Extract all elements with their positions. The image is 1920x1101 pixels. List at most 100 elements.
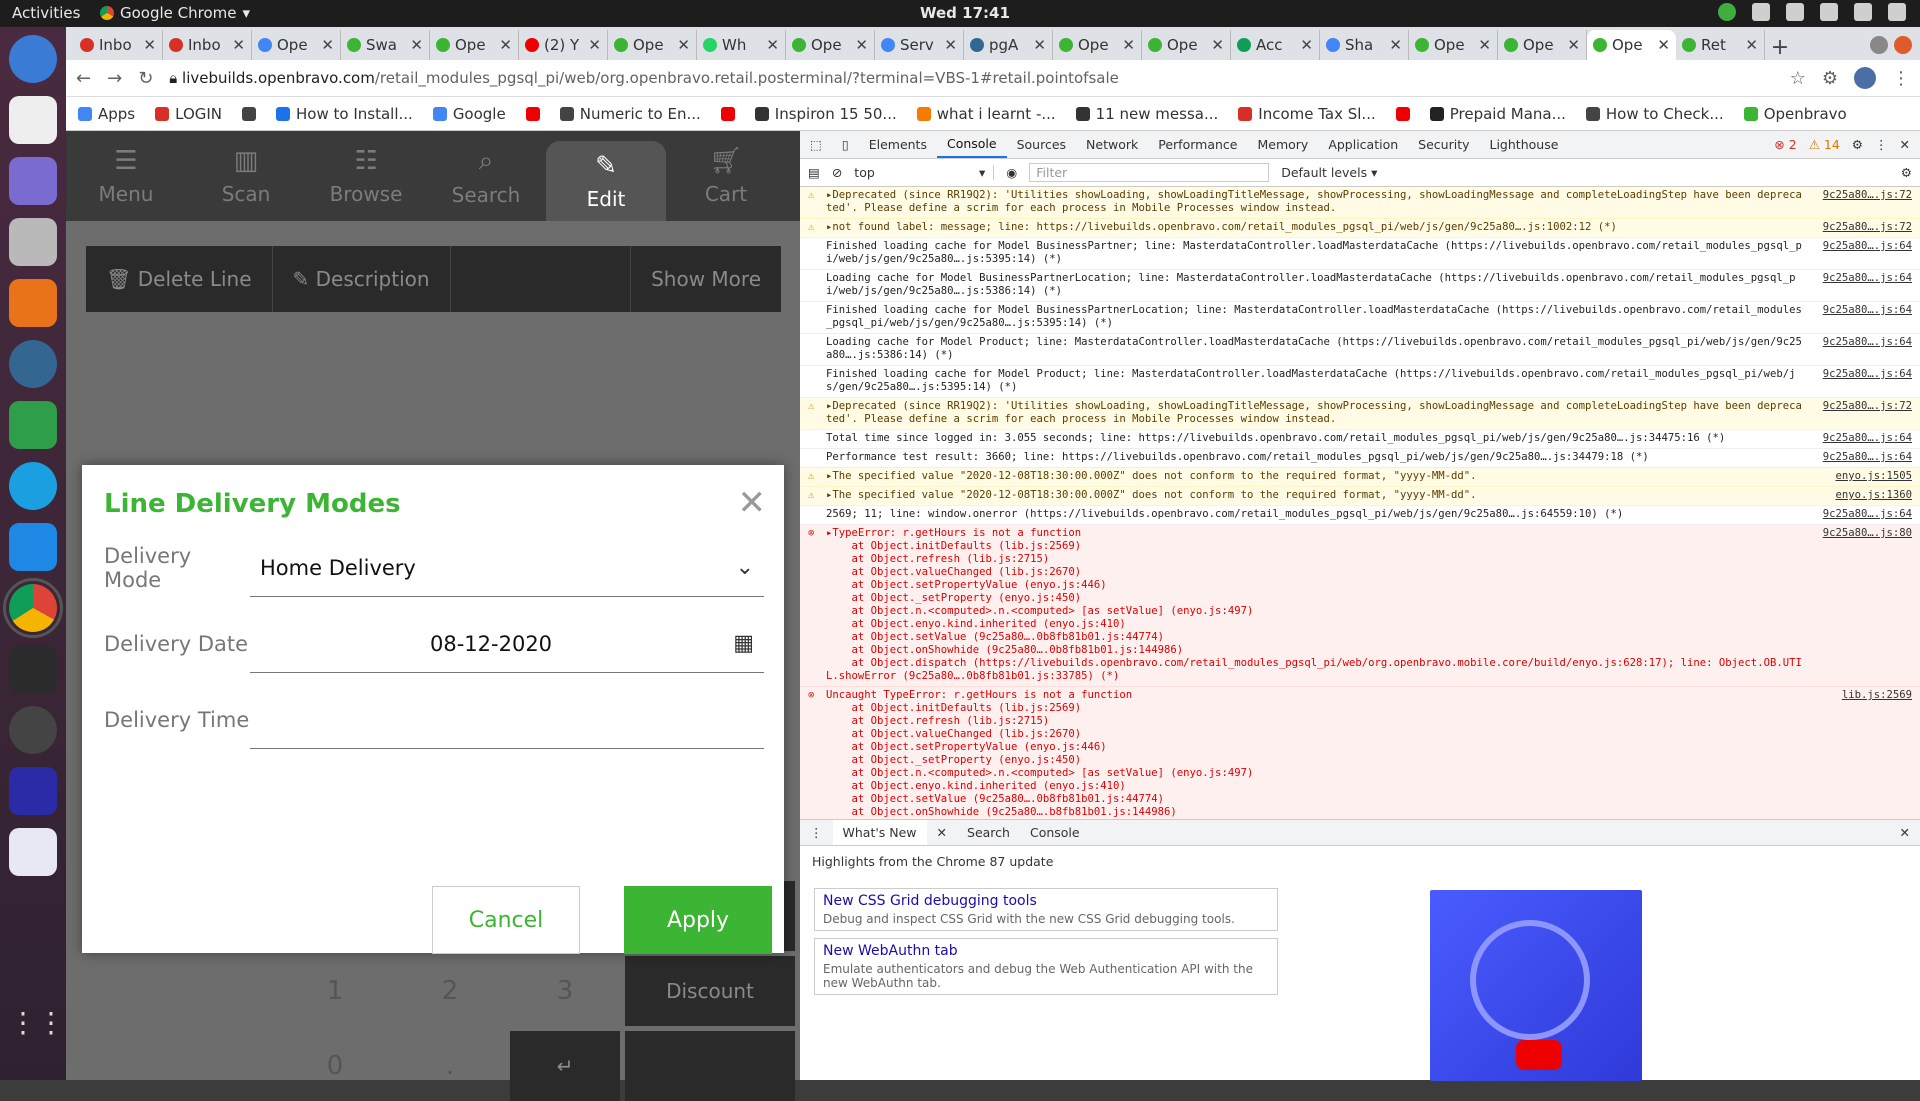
browser-tab[interactable]: Inbo ✕ <box>74 30 163 60</box>
volume-icon[interactable] <box>1820 3 1838 21</box>
vscode-icon[interactable] <box>9 523 57 571</box>
file-manager-icon[interactable] <box>9 218 57 266</box>
whats-new-card[interactable]: New WebAuthn tab Emulate authenticators … <box>814 938 1278 995</box>
bookmark-item[interactable]: Income Tax Sl... <box>1238 105 1376 123</box>
keypad-key[interactable]: ↵ <box>510 1031 620 1101</box>
keypad-key[interactable]: . <box>395 1031 505 1101</box>
browser-tab[interactable]: Ope ✕ <box>1409 30 1498 60</box>
bookmark-item[interactable] <box>525 106 540 121</box>
source-link[interactable]: 9c25a80….js:64 <box>1808 368 1912 394</box>
git-icon[interactable] <box>9 157 57 205</box>
browser-tab[interactable]: Serv ✕ <box>875 30 964 60</box>
sidebar-toggle-icon[interactable]: ▤ <box>808 165 820 180</box>
spreadsheet-icon[interactable] <box>9 401 57 449</box>
clock[interactable]: Wed 17:41 <box>920 4 1010 22</box>
keypad-key[interactable]: 2 <box>395 956 505 1026</box>
bookmark-item[interactable]: How to Install... <box>276 105 413 123</box>
tab-whats-new[interactable]: What's New <box>832 820 927 845</box>
video-thumbnail[interactable] <box>1430 890 1642 1081</box>
bookmark-item[interactable]: Inspiron 15 50... <box>754 105 897 123</box>
browser-tab[interactable]: Ope ✕ <box>1498 30 1587 60</box>
eye-icon[interactable]: ◉ <box>1006 165 1017 180</box>
close-icon[interactable]: ✕ <box>1211 36 1224 54</box>
clear-console-icon[interactable]: ⊘ <box>832 165 842 180</box>
software-center-icon[interactable] <box>9 279 57 327</box>
close-icon[interactable]: ✕ <box>321 36 334 54</box>
apply-button[interactable]: Apply <box>624 886 772 954</box>
forward-icon[interactable]: → <box>107 68 122 89</box>
close-icon[interactable]: ✕ <box>927 825 957 840</box>
avatar[interactable] <box>1854 67 1876 89</box>
tab-security[interactable]: Security <box>1408 131 1479 158</box>
source-link[interactable]: 9c25a80….js:64 <box>1808 432 1912 445</box>
wifi-icon[interactable] <box>1786 3 1804 21</box>
source-link[interactable]: enyo.js:1505 <box>1808 470 1912 483</box>
close-window-icon[interactable] <box>1894 36 1912 54</box>
source-link[interactable]: 9c25a80….js:80 <box>1808 527 1912 683</box>
close-icon[interactable]: ✕ <box>1389 36 1402 54</box>
source-link[interactable]: 9c25a80….js:64 <box>1808 240 1912 266</box>
delivery-time-field[interactable] <box>250 691 764 749</box>
source-link[interactable]: 9c25a80….js:72 <box>1808 221 1912 234</box>
browser-tab[interactable]: Ret ✕ <box>1676 30 1765 60</box>
power-icon[interactable] <box>1888 3 1906 21</box>
browser-tab[interactable]: Ope ✕ <box>1587 30 1676 60</box>
toolbar-edit-button[interactable]: ✎ Edit <box>546 141 666 221</box>
source-link[interactable]: 9c25a80….js:64 <box>1808 508 1912 521</box>
toolbar-search-button[interactable]: ⌕ Search <box>426 131 546 221</box>
source-link[interactable]: 9c25a80….js:64 <box>1808 336 1912 362</box>
error-count[interactable]: ⊗ 2 <box>1774 137 1796 152</box>
browser-tab[interactable]: Inbo ✕ <box>163 30 252 60</box>
terminal-icon[interactable] <box>9 645 57 693</box>
bookmark-item[interactable]: LOGIN <box>155 105 222 123</box>
system-tray[interactable] <box>1718 3 1906 21</box>
browser-tab[interactable]: Ope ✕ <box>1142 30 1231 60</box>
bookmark-item[interactable]: Numeric to En... <box>559 105 701 123</box>
close-drawer-icon[interactable]: ✕ <box>1900 825 1920 840</box>
toolbar-scan-button[interactable]: ▥ Scan <box>186 131 306 221</box>
source-link[interactable]: 9c25a80….js:64 <box>1808 451 1912 464</box>
close-icon[interactable]: ✕ <box>944 36 957 54</box>
browser-tab[interactable]: Ope ✕ <box>252 30 341 60</box>
new-tab-button[interactable]: + <box>1765 35 1795 60</box>
card-title[interactable]: New WebAuthn tab <box>823 943 1269 959</box>
close-icon[interactable]: ✕ <box>232 36 245 54</box>
update-icon[interactable] <box>1718 3 1736 21</box>
close-icon[interactable]: ✕ <box>766 36 779 54</box>
close-icon[interactable]: ✕ <box>1900 137 1910 152</box>
chrome-icon[interactable] <box>3 578 63 638</box>
more-icon[interactable]: ⋮ <box>1875 137 1888 152</box>
tab-console[interactable]: Console <box>1020 825 1090 840</box>
bookmark-item[interactable]: what i learnt -... <box>916 105 1056 123</box>
tab-elements[interactable]: Elements <box>859 131 937 158</box>
close-icon[interactable]: ✕ <box>677 36 690 54</box>
text-editor-icon[interactable] <box>9 96 57 144</box>
keypad-key[interactable]: 3 <box>510 956 620 1026</box>
bookmark-item[interactable] <box>242 106 257 121</box>
whats-new-card[interactable]: New CSS Grid debugging tools Debug and i… <box>814 888 1278 931</box>
back-icon[interactable]: ← <box>76 68 91 89</box>
device-toggle-icon[interactable]: ▯ <box>832 131 859 158</box>
close-icon[interactable]: ✕ <box>1478 36 1491 54</box>
menu-icon[interactable]: ⋮ <box>1892 68 1910 89</box>
java-ee-ide-icon[interactable] <box>9 706 57 754</box>
help-icon[interactable] <box>9 35 57 83</box>
close-icon[interactable]: ✕ <box>855 36 868 54</box>
settings-icon[interactable]: ⚙ <box>1852 137 1863 152</box>
play-icon[interactable] <box>1516 1040 1562 1070</box>
browser-tab[interactable]: Wh ✕ <box>697 30 786 60</box>
keypad-key[interactable]: 1 <box>280 956 390 1026</box>
toolbar-menu-button[interactable]: ☰ Menu <box>66 131 186 221</box>
console-settings-icon[interactable]: ⚙ <box>1901 165 1912 180</box>
keypad-key[interactable]: 0 <box>280 1031 390 1101</box>
tab-memory[interactable]: Memory <box>1247 131 1318 158</box>
close-icon[interactable]: ✕ <box>1033 36 1046 54</box>
bookmark-item[interactable] <box>1395 106 1410 121</box>
close-icon[interactable]: ✕ <box>143 36 156 54</box>
browser-tab[interactable]: Swa ✕ <box>341 30 430 60</box>
browser-tab[interactable]: pgA ✕ <box>964 30 1053 60</box>
keypad-key[interactable] <box>625 1031 795 1101</box>
close-icon[interactable]: ✕ <box>588 36 601 54</box>
context-select[interactable]: top ▾ <box>854 165 995 180</box>
log-levels-select[interactable]: Default levels ▾ <box>1281 165 1377 180</box>
